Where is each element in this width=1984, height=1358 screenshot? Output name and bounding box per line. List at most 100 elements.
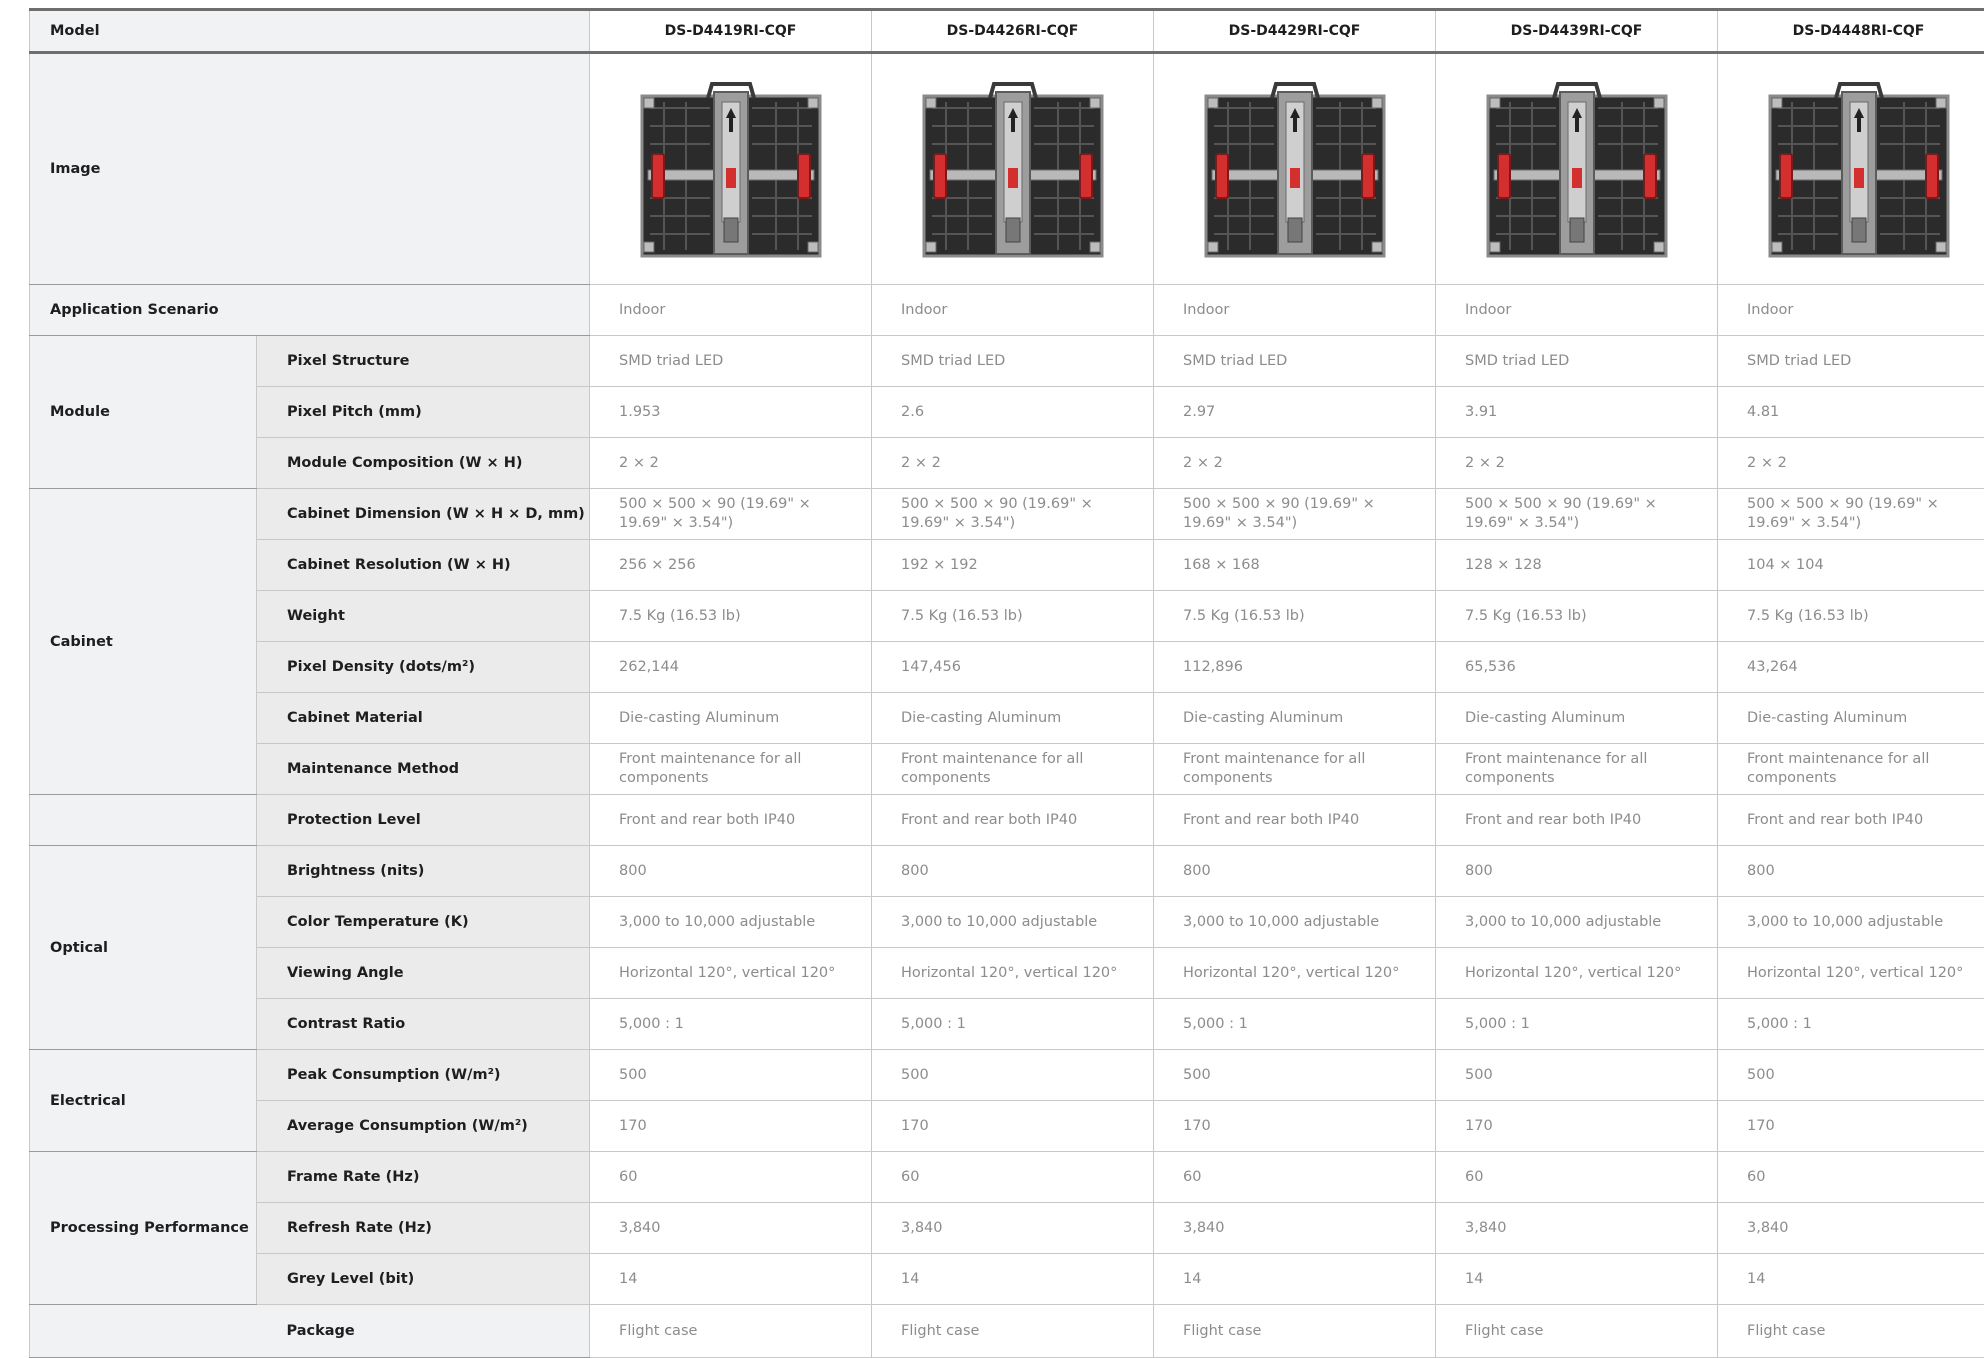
param-label: Color Temperature (K): [257, 897, 590, 948]
spec-value: 3,000 to 10,000 adjustable: [872, 897, 1154, 948]
spec-value: Horizontal 120°, vertical 120°: [872, 948, 1154, 999]
spec-value: 500 × 500 × 90 (19.69" × 19.69" × 3.54"): [1718, 489, 1984, 540]
header-row: Model DS-D4419RI-CQF DS-D4426RI-CQF DS-D…: [30, 10, 1984, 53]
spec-row: Package Flight case Flight case Flight c…: [30, 1305, 1984, 1358]
param-label: Pixel Density (dots/m²): [257, 642, 590, 693]
param-label: Cabinet Material: [257, 693, 590, 744]
spec-value: Horizontal 120°, vertical 120°: [1436, 948, 1718, 999]
spec-row: Refresh Rate (Hz) 3,840 3,840 3,840 3,84…: [30, 1203, 1984, 1254]
spec-value: Die-casting Aluminum: [1436, 693, 1718, 744]
spec-value: 60: [872, 1152, 1154, 1203]
spec-row: Module Pixel Structure SMD triad LED SMD…: [30, 336, 1984, 387]
spec-value: 3,840: [1718, 1203, 1984, 1254]
spec-value: 14: [1436, 1254, 1718, 1305]
spec-value: Indoor: [1154, 285, 1436, 336]
spec-value: Die-casting Aluminum: [590, 693, 872, 744]
spec-value: 3,000 to 10,000 adjustable: [590, 897, 872, 948]
spec-value: Front maintenance for all components: [872, 744, 1154, 795]
spec-value: 3,000 to 10,000 adjustable: [1436, 897, 1718, 948]
spec-value: 262,144: [590, 642, 872, 693]
spec-value: 800: [1436, 846, 1718, 897]
protection-group-empty: [30, 795, 257, 846]
model-head: DS-D4419RI-CQF: [590, 10, 872, 53]
spec-value: 500: [872, 1050, 1154, 1101]
spec-value: 2 × 2: [1436, 438, 1718, 489]
spec-value: 43,264: [1718, 642, 1984, 693]
param-label: Grey Level (bit): [257, 1254, 590, 1305]
spec-value: 500 × 500 × 90 (19.69" × 19.69" × 3.54"): [1436, 489, 1718, 540]
spec-value: Front and rear both IP40: [1436, 795, 1718, 846]
spec-value: 65,536: [1436, 642, 1718, 693]
led-cabinet-image: [922, 78, 1104, 260]
spec-value: 170: [872, 1101, 1154, 1152]
spec-row: Pixel Pitch (mm) 1.953 2.6 2.97 3.91 4.8…: [30, 387, 1984, 438]
product-image-cell: [1154, 53, 1436, 285]
spec-value: 3,000 to 10,000 adjustable: [1718, 897, 1984, 948]
application-label: Application Scenario: [30, 285, 590, 336]
spec-value: 60: [1154, 1152, 1436, 1203]
spec-value: 7.5 Kg (16.53 lb): [590, 591, 872, 642]
spec-value: 5,000 : 1: [590, 999, 872, 1050]
spec-value: Flight case: [1718, 1305, 1984, 1358]
spec-value: Front and rear both IP40: [1154, 795, 1436, 846]
spec-value: 800: [1154, 846, 1436, 897]
spec-value: 112,896: [1154, 642, 1436, 693]
spec-value: 7.5 Kg (16.53 lb): [872, 591, 1154, 642]
optical-group-label: Optical: [30, 846, 257, 1050]
spec-value: 2 × 2: [1718, 438, 1984, 489]
param-label: Frame Rate (Hz): [257, 1152, 590, 1203]
param-label: Package: [257, 1305, 590, 1358]
spec-value: 256 × 256: [590, 540, 872, 591]
param-label: Peak Consumption (W/m²): [257, 1050, 590, 1101]
param-label: Pixel Structure: [257, 336, 590, 387]
param-label: Module Composition (W × H): [257, 438, 590, 489]
spec-value: SMD triad LED: [1718, 336, 1984, 387]
image-label: Image: [30, 53, 590, 285]
spec-value: 500 × 500 × 90 (19.69" × 19.69" × 3.54"): [1154, 489, 1436, 540]
model-label-spacer: [257, 10, 590, 53]
package-group-empty: [30, 1305, 257, 1358]
spec-value: 14: [1718, 1254, 1984, 1305]
spec-value: 170: [1154, 1101, 1436, 1152]
spec-value: Front maintenance for all components: [1436, 744, 1718, 795]
product-image-cell: [872, 53, 1154, 285]
param-label: Cabinet Resolution (W × H): [257, 540, 590, 591]
spec-value: 500: [1436, 1050, 1718, 1101]
processing-group-label: Processing Performance: [30, 1152, 257, 1305]
spec-value: 14: [1154, 1254, 1436, 1305]
spec-row: Average Consumption (W/m²) 170 170 170 1…: [30, 1101, 1984, 1152]
spec-value: 800: [872, 846, 1154, 897]
spec-value: 4.81: [1718, 387, 1984, 438]
spec-value: 3,840: [872, 1203, 1154, 1254]
spec-value: SMD triad LED: [1154, 336, 1436, 387]
spec-value: SMD triad LED: [590, 336, 872, 387]
spec-value: 128 × 128: [1436, 540, 1718, 591]
spec-value: 3,840: [590, 1203, 872, 1254]
spec-value: 168 × 168: [1154, 540, 1436, 591]
spec-value: Horizontal 120°, vertical 120°: [1154, 948, 1436, 999]
spec-value: Indoor: [1436, 285, 1718, 336]
spec-value: 7.5 Kg (16.53 lb): [1436, 591, 1718, 642]
spec-value: Indoor: [590, 285, 872, 336]
spec-value: 500: [1718, 1050, 1984, 1101]
spec-value: 3,840: [1436, 1203, 1718, 1254]
product-image-cell: [1718, 53, 1984, 285]
page: { "table": { "header_label": "Model", "m…: [0, 0, 1984, 1357]
spec-value: 60: [1718, 1152, 1984, 1203]
spec-row: Cabinet Material Die-casting Aluminum Di…: [30, 693, 1984, 744]
spec-row: Maintenance Method Front maintenance for…: [30, 744, 1984, 795]
model-label: Model: [30, 10, 257, 53]
spec-value: 192 × 192: [872, 540, 1154, 591]
module-group-label: Module: [30, 336, 257, 489]
spec-row: Viewing Angle Horizontal 120°, vertical …: [30, 948, 1984, 999]
spec-value: 5,000 : 1: [1718, 999, 1984, 1050]
param-label: Refresh Rate (Hz): [257, 1203, 590, 1254]
spec-value: 14: [590, 1254, 872, 1305]
spec-value: 5,000 : 1: [872, 999, 1154, 1050]
led-cabinet-image: [1486, 78, 1668, 260]
param-label: Pixel Pitch (mm): [257, 387, 590, 438]
spec-row: Optical Brightness (nits) 800 800 800 80…: [30, 846, 1984, 897]
spec-value: 2.97: [1154, 387, 1436, 438]
product-image-cell: [590, 53, 872, 285]
electrical-group-label: Electrical: [30, 1050, 257, 1152]
